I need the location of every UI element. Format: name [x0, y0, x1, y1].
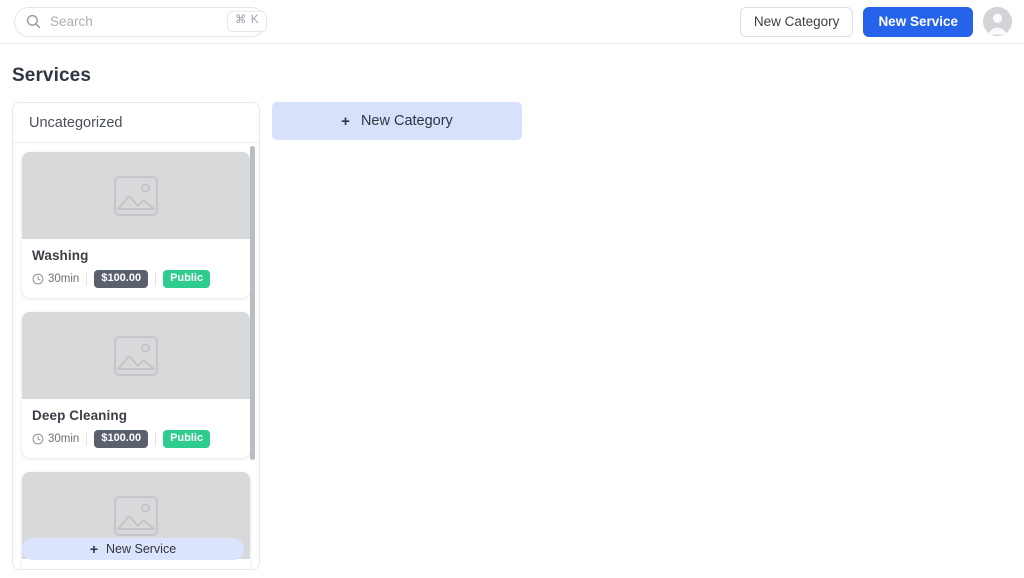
service-card-list: Washing 30min $100.00 Public Deep Cleani…: [13, 144, 259, 569]
service-duration-label: 30min: [48, 433, 80, 445]
service-meta: 30min $100.00 Public: [32, 270, 240, 288]
service-duration: 30min: [32, 433, 79, 445]
service-meta: 30min $100.00 Public: [32, 430, 240, 448]
top-bar: ⌘ K New Category New Service: [0, 0, 1024, 44]
service-card-body: [22, 559, 250, 569]
service-card-body: Deep Cleaning 30min $100.00 Public: [22, 399, 250, 458]
meta-divider: [86, 432, 88, 446]
search-icon: [26, 14, 41, 29]
image-placeholder-icon: [114, 495, 158, 536]
service-card[interactable]: Deep Cleaning 30min $100.00 Public: [22, 312, 250, 458]
service-price-badge: $100.00: [94, 430, 149, 448]
service-card[interactable]: Washing 30min $100.00 Public: [22, 152, 250, 298]
service-name: Washing: [32, 248, 89, 263]
top-bar-actions: New Category New Service: [739, 6, 1012, 37]
service-name: Deep Cleaning: [32, 408, 128, 423]
image-placeholder-icon: [114, 335, 158, 376]
new-service-button-panel[interactable]: + New Service: [22, 538, 244, 560]
new-category-button[interactable]: + New Category: [272, 102, 522, 140]
service-image-placeholder: [22, 152, 250, 239]
service-visibility-badge: Public: [163, 270, 211, 288]
service-card-body: Washing 30min $100.00 Public: [22, 239, 250, 298]
page-title: Services: [12, 65, 91, 86]
user-avatar-icon[interactable]: [983, 7, 1012, 36]
service-price-badge: $100.00: [94, 270, 149, 288]
service-duration-label: 30min: [48, 273, 80, 285]
service-visibility-badge: Public: [163, 430, 211, 448]
page-content: Services Uncategorized Washing 30min $10…: [0, 65, 1024, 570]
meta-divider: [155, 432, 157, 446]
new-category-button-top[interactable]: New Category: [739, 6, 854, 37]
service-list-scrollbar-thumb[interactable]: [250, 146, 255, 460]
service-list-scrollbar[interactable]: [250, 146, 255, 539]
new-service-label: New Service: [106, 542, 177, 556]
meta-divider: [86, 272, 88, 286]
category-panel-uncategorized: Uncategorized Washing 30min $100.00 Publ…: [12, 102, 260, 570]
new-category-label: New Category: [360, 113, 453, 129]
new-service-button-top[interactable]: New Service: [863, 6, 973, 37]
search-input[interactable]: [50, 14, 227, 29]
clock-icon: [32, 273, 44, 285]
plus-icon: +: [341, 112, 350, 130]
category-header[interactable]: Uncategorized: [13, 103, 259, 143]
service-image-placeholder: [22, 312, 250, 399]
service-duration: 30min: [32, 273, 79, 285]
clock-icon: [32, 433, 44, 445]
category-columns: Uncategorized Washing 30min $100.00 Publ…: [12, 102, 1024, 570]
plus-icon: +: [89, 541, 98, 557]
image-placeholder-icon: [114, 175, 158, 216]
search-shortcut-badge: ⌘ K: [227, 11, 268, 32]
meta-divider: [155, 272, 157, 286]
search-box[interactable]: ⌘ K: [14, 6, 268, 37]
